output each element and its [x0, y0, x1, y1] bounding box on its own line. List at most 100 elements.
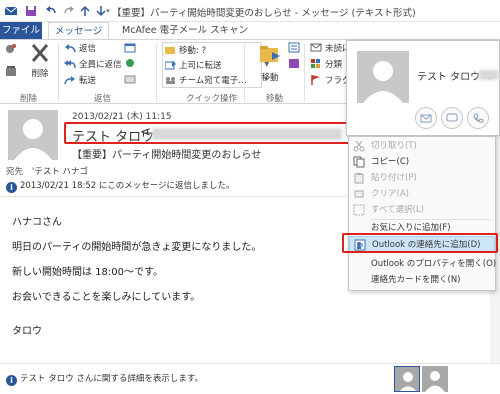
forward-button[interactable]: 転送 — [64, 74, 96, 89]
menu-item-label: Outlook のプロパティを開く(O) — [371, 259, 497, 269]
menu-item-label: クリア(A) — [371, 189, 409, 199]
body-line: 明日のパーティの開始時間が急きょ変更になりました。 — [12, 242, 262, 253]
forward-icon — [64, 74, 76, 85]
quick-step-team-label: チーム宛て電子… — [179, 76, 247, 86]
meeting-icon — [124, 42, 136, 53]
person-placeholder-icon — [399, 372, 417, 391]
person-placeholder-icon — [363, 61, 403, 103]
cleanup-dropdown[interactable] — [4, 64, 18, 80]
sender-highlight: テスト タロウ < > — [64, 122, 360, 145]
onenote-icon — [288, 58, 300, 69]
contact-card-avatar — [357, 51, 409, 103]
card-chat-button[interactable] — [441, 107, 463, 129]
menu-item-clear[interactable]: クリア(A) — [349, 186, 495, 202]
menu-item-copy[interactable]: コピー(C) — [349, 154, 495, 170]
menu-item-outlook-properties[interactable]: Outlook のプロパティを開く(O) — [349, 256, 497, 272]
group-label-move: 移動 — [266, 94, 284, 104]
customize-icon[interactable]: ▾ — [104, 4, 112, 18]
tab-file[interactable]: ファイル — [0, 22, 42, 40]
header-divider — [0, 196, 346, 197]
to-recipient[interactable]: 'テスト ハナゴ — [32, 165, 88, 177]
cleanup-icon — [6, 66, 16, 76]
ribbon-divider — [58, 44, 59, 102]
group-label-quick-steps: クイック操作 — [186, 94, 238, 104]
rules-icon — [288, 42, 300, 53]
reply-icon — [64, 42, 76, 53]
mail-icon — [4, 4, 18, 18]
phone-icon — [473, 113, 484, 123]
flag-icon — [310, 74, 322, 85]
window-title: 【重要】パーティ開始時間変更のおしらせ - メッセージ (テキスト形式) — [112, 8, 416, 19]
tab-mcafee[interactable]: McAfee 電子メール スキャン — [116, 22, 254, 40]
move-label: 移動 — [261, 73, 279, 83]
mail-icon — [420, 114, 432, 123]
menu-item-select-all[interactable]: すべて選択(L) — [349, 202, 495, 218]
redo-icon[interactable] — [62, 4, 76, 18]
quick-step-move[interactable]: 移動: ? — [165, 44, 206, 58]
move-folder-icon — [260, 46, 280, 62]
cut-icon — [353, 140, 365, 152]
people-pane-bar: i テスト タロウ さんに関する詳細を表示します。 — [0, 363, 500, 394]
reply-button[interactable]: 返信 — [64, 42, 96, 57]
meeting-button[interactable] — [124, 42, 139, 57]
folder-arrow-icon — [165, 45, 176, 55]
menu-item-paste[interactable]: 貼り付け(P) — [349, 170, 495, 186]
title-bar: ▾ 【重要】パーティ開始時間変更のおしらせ - メッセージ (テキスト形式) — [0, 0, 500, 22]
more-respond-button[interactable] — [124, 74, 139, 89]
quick-steps-gallery: 移動: ? 上司に転送 チーム宛て電子… — [162, 42, 262, 88]
quick-step-move-label: 移動: ? — [179, 46, 207, 56]
reply-all-button[interactable]: 全員に返信 — [64, 58, 122, 73]
people-avatar-sender[interactable] — [394, 366, 420, 392]
forward-label: 転送 — [79, 76, 97, 86]
context-menu: 切り取り(T) コピー(C) 貼り付け(P) クリア(A) すべて選択(L) お… — [348, 136, 496, 291]
categorize-icon — [310, 58, 322, 69]
body-line: 新しい開始時間は 18:00〜です。 — [12, 267, 163, 278]
menu-item-label: 連絡先カードを開く(N) — [371, 275, 461, 285]
reply-all-label: 全員に返信 — [79, 60, 122, 70]
menu-item-cut[interactable]: 切り取り(T) — [349, 138, 495, 154]
ribbon-divider — [244, 44, 245, 102]
people-pane-info[interactable]: i テスト タロウ さんに関する詳細を表示します。 — [6, 372, 203, 386]
delete-label: 削除 — [31, 69, 49, 79]
card-mail-button[interactable] — [415, 107, 437, 129]
categorize-button[interactable]: 分類 — [310, 58, 342, 73]
rules-button[interactable] — [288, 42, 303, 57]
copy-icon — [353, 156, 365, 168]
reply-all-icon — [64, 58, 76, 69]
person-placeholder-icon — [425, 371, 445, 392]
team-mail-icon — [165, 75, 176, 85]
actions-button[interactable] — [288, 58, 303, 73]
quick-step-manager[interactable]: 上司に転送 — [164, 59, 222, 73]
save-icon[interactable] — [24, 4, 38, 18]
card-phone-button[interactable] — [467, 107, 489, 129]
undo-icon[interactable] — [44, 4, 58, 18]
message-subject: 【重要】パーティ開始時間変更のおしらせ — [72, 150, 262, 161]
group-label-delete: 削除 — [20, 94, 38, 104]
move-button[interactable]: 移動 — [255, 42, 285, 83]
contact-card: テスト タロウ < — [346, 40, 500, 136]
contact-card-email-redacted — [479, 70, 499, 80]
delete-button[interactable]: 削除 — [26, 42, 54, 79]
people-pane-text: テスト タロウ さんに関する詳細を表示します。 — [20, 374, 204, 384]
quick-step-team[interactable]: チーム宛て電子… — [165, 74, 247, 88]
chat-icon — [446, 113, 458, 122]
categorize-label: 分類 — [325, 60, 343, 70]
people-avatar-recipient[interactable] — [422, 366, 448, 392]
sender-email-redacted — [152, 128, 342, 140]
body-line: ハナコさん — [12, 217, 62, 228]
reply-info-bar[interactable]: i 2013/02/21 18:52 にこのメッセージに返信しました。 — [6, 179, 235, 193]
junk-dropdown[interactable] — [4, 42, 18, 58]
group-label-respond: 返信 — [94, 94, 112, 104]
up-arrow-icon[interactable] — [78, 4, 92, 18]
ribbon-divider — [304, 44, 305, 102]
tab-message[interactable]: メッセージ — [48, 22, 110, 40]
paste-icon — [354, 173, 364, 184]
quick-step-manager-label: 上司に転送 — [179, 61, 222, 71]
message-datetime: 2013/02/21 (木) 11:15 — [72, 112, 172, 122]
sender-avatar[interactable] — [8, 110, 58, 160]
menu-item-label: コピー(C) — [371, 157, 410, 167]
menu-item-open-contact-card[interactable]: 連絡先カードを開く(N) — [349, 272, 495, 288]
body-line: お会いできることを楽しみにしています。 — [12, 292, 201, 303]
ribbon-tabs: ファイル メッセージ McAfee 電子メール スキャン — [0, 22, 500, 40]
im-button[interactable] — [124, 58, 139, 73]
